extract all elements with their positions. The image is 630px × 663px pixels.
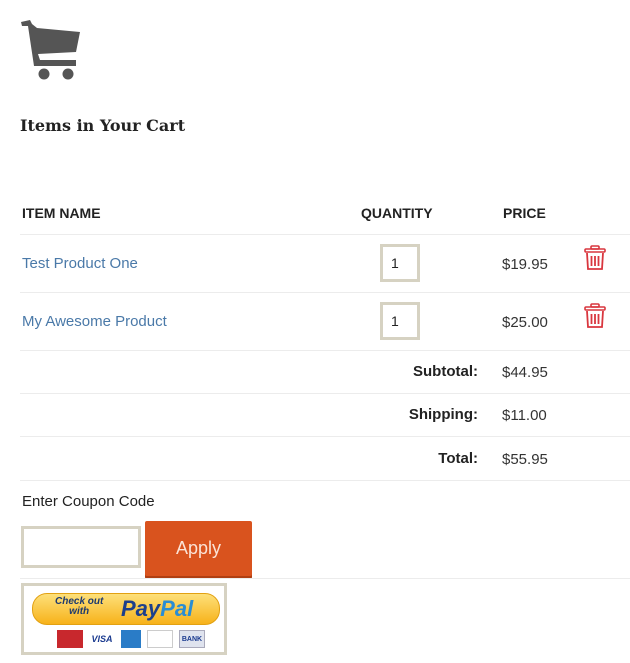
item-price: $25.00 [502,314,548,331]
coupon-input[interactable] [21,526,141,568]
paypal-logo: PayPal [121,596,193,622]
amex-icon [121,630,141,648]
visa-icon: VISA [91,634,113,644]
divider [20,234,630,235]
paypal-pill: Check out with PayPal [32,593,220,625]
divider [20,578,630,579]
column-header-price: PRICE [503,205,546,221]
trash-icon[interactable] [584,303,606,329]
with-text: with [69,606,90,617]
apply-coupon-button[interactable]: Apply [145,521,252,576]
paypal-checkout-button[interactable]: Check out with PayPal VISA BANK [21,583,227,655]
divider [20,480,630,481]
discover-icon [147,630,173,648]
product-link[interactable]: My Awesome Product [22,313,167,330]
paypal-logo-pay: Pay [121,596,161,621]
subtotal-label: Subtotal: [413,363,478,380]
total-label: Total: [438,450,478,467]
divider [20,436,630,437]
column-header-item-name: ITEM NAME [22,205,101,221]
mastercard-icon [57,630,83,648]
column-header-quantity: QUANTITY [361,205,433,221]
coupon-label: Enter Coupon Code [22,493,155,510]
divider [20,350,630,351]
shipping-value: $11.00 [502,407,547,424]
product-link[interactable]: Test Product One [22,255,138,272]
subtotal-value: $44.95 [502,364,548,381]
item-price: $19.95 [502,256,548,273]
divider [20,292,630,293]
paypal-checkout-text: Check out with [55,597,103,617]
divider [20,393,630,394]
total-value: $55.95 [502,451,548,468]
payment-cards: VISA BANK [57,630,205,648]
paypal-logo-pal: Pal [160,596,194,621]
shipping-label: Shipping: [408,406,478,423]
shopping-cart-icon [21,20,80,80]
quantity-input[interactable] [380,302,420,340]
page-title: Items in Your Cart [20,116,186,135]
bank-icon: BANK [179,630,205,648]
quantity-input[interactable] [380,244,420,282]
trash-icon[interactable] [584,245,606,271]
